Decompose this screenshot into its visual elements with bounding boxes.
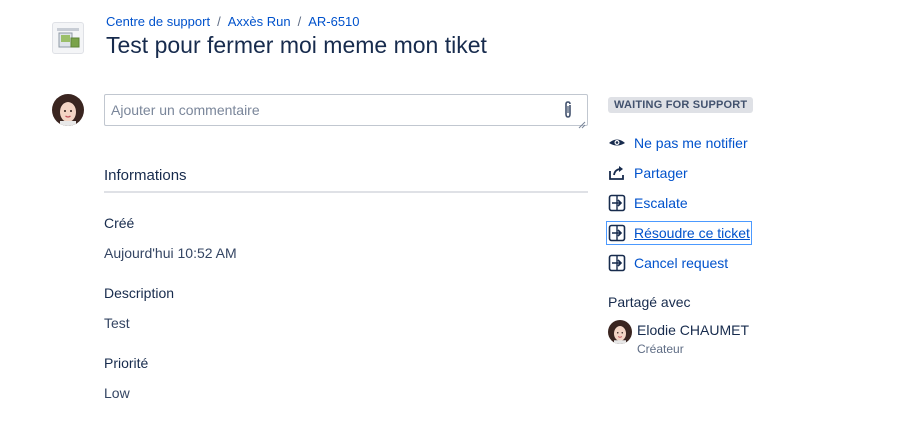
share-icon xyxy=(608,164,626,182)
cancel-request-link-label: Cancel request xyxy=(634,255,729,271)
field-value-created: Aujourd'hui 10:52 AM xyxy=(104,245,237,261)
avatar xyxy=(608,320,632,344)
shared-person-role: Créateur xyxy=(637,342,684,356)
resolve-ticket-link-label: Résoudre ce ticket xyxy=(634,225,750,241)
field-value-priority: Low xyxy=(104,385,130,401)
comment-input[interactable] xyxy=(105,95,545,125)
share-link[interactable]: Partager xyxy=(608,163,688,183)
breadcrumb-separator: / xyxy=(217,14,221,29)
shared-with-title: Partagé avec xyxy=(608,294,691,310)
transition-icon xyxy=(608,254,626,272)
field-label-priority: Priorité xyxy=(104,355,149,371)
resize-handle-icon[interactable] xyxy=(578,116,586,129)
comment-field[interactable] xyxy=(104,94,588,129)
shared-person-name: Elodie CHAUMET xyxy=(637,322,750,338)
project-avatar-icon xyxy=(52,22,84,54)
breadcrumb-link-support[interactable]: Centre de support xyxy=(106,14,210,29)
transition-icon xyxy=(608,194,626,212)
paperclip-icon[interactable] xyxy=(561,100,575,120)
user-avatar xyxy=(52,94,84,126)
breadcrumb-separator: / xyxy=(297,14,302,29)
cancel-request-link[interactable]: Cancel request xyxy=(608,253,728,273)
share-link-label: Partager xyxy=(634,165,688,181)
field-label-created: Créé xyxy=(104,215,135,231)
section-title-informations: Informations xyxy=(104,167,187,184)
page-title: Test pour fermer moi meme mon tiket xyxy=(106,32,487,58)
unwatch-link-label: Ne pas me notifier xyxy=(634,135,748,151)
unwatch-link[interactable]: Ne pas me notifier xyxy=(608,133,748,153)
field-label-description: Description xyxy=(104,285,175,301)
eye-icon xyxy=(608,134,626,152)
transition-icon xyxy=(608,224,626,242)
field-value-description: Test xyxy=(104,315,130,331)
status-badge: WAITING FOR SUPPORT xyxy=(608,97,754,113)
resolve-ticket-link[interactable]: Résoudre ce ticket xyxy=(606,221,752,245)
escalate-link[interactable]: Escalate xyxy=(608,193,688,213)
breadcrumb-link-project[interactable]: Axxès Run xyxy=(228,14,291,29)
section-divider xyxy=(104,191,588,193)
escalate-link-label: Escalate xyxy=(634,195,688,211)
breadcrumb-link-issue[interactable]: AR-6510 xyxy=(308,14,359,29)
breadcrumb: Centre de support / Axxès Run / AR-6510 xyxy=(106,14,360,29)
